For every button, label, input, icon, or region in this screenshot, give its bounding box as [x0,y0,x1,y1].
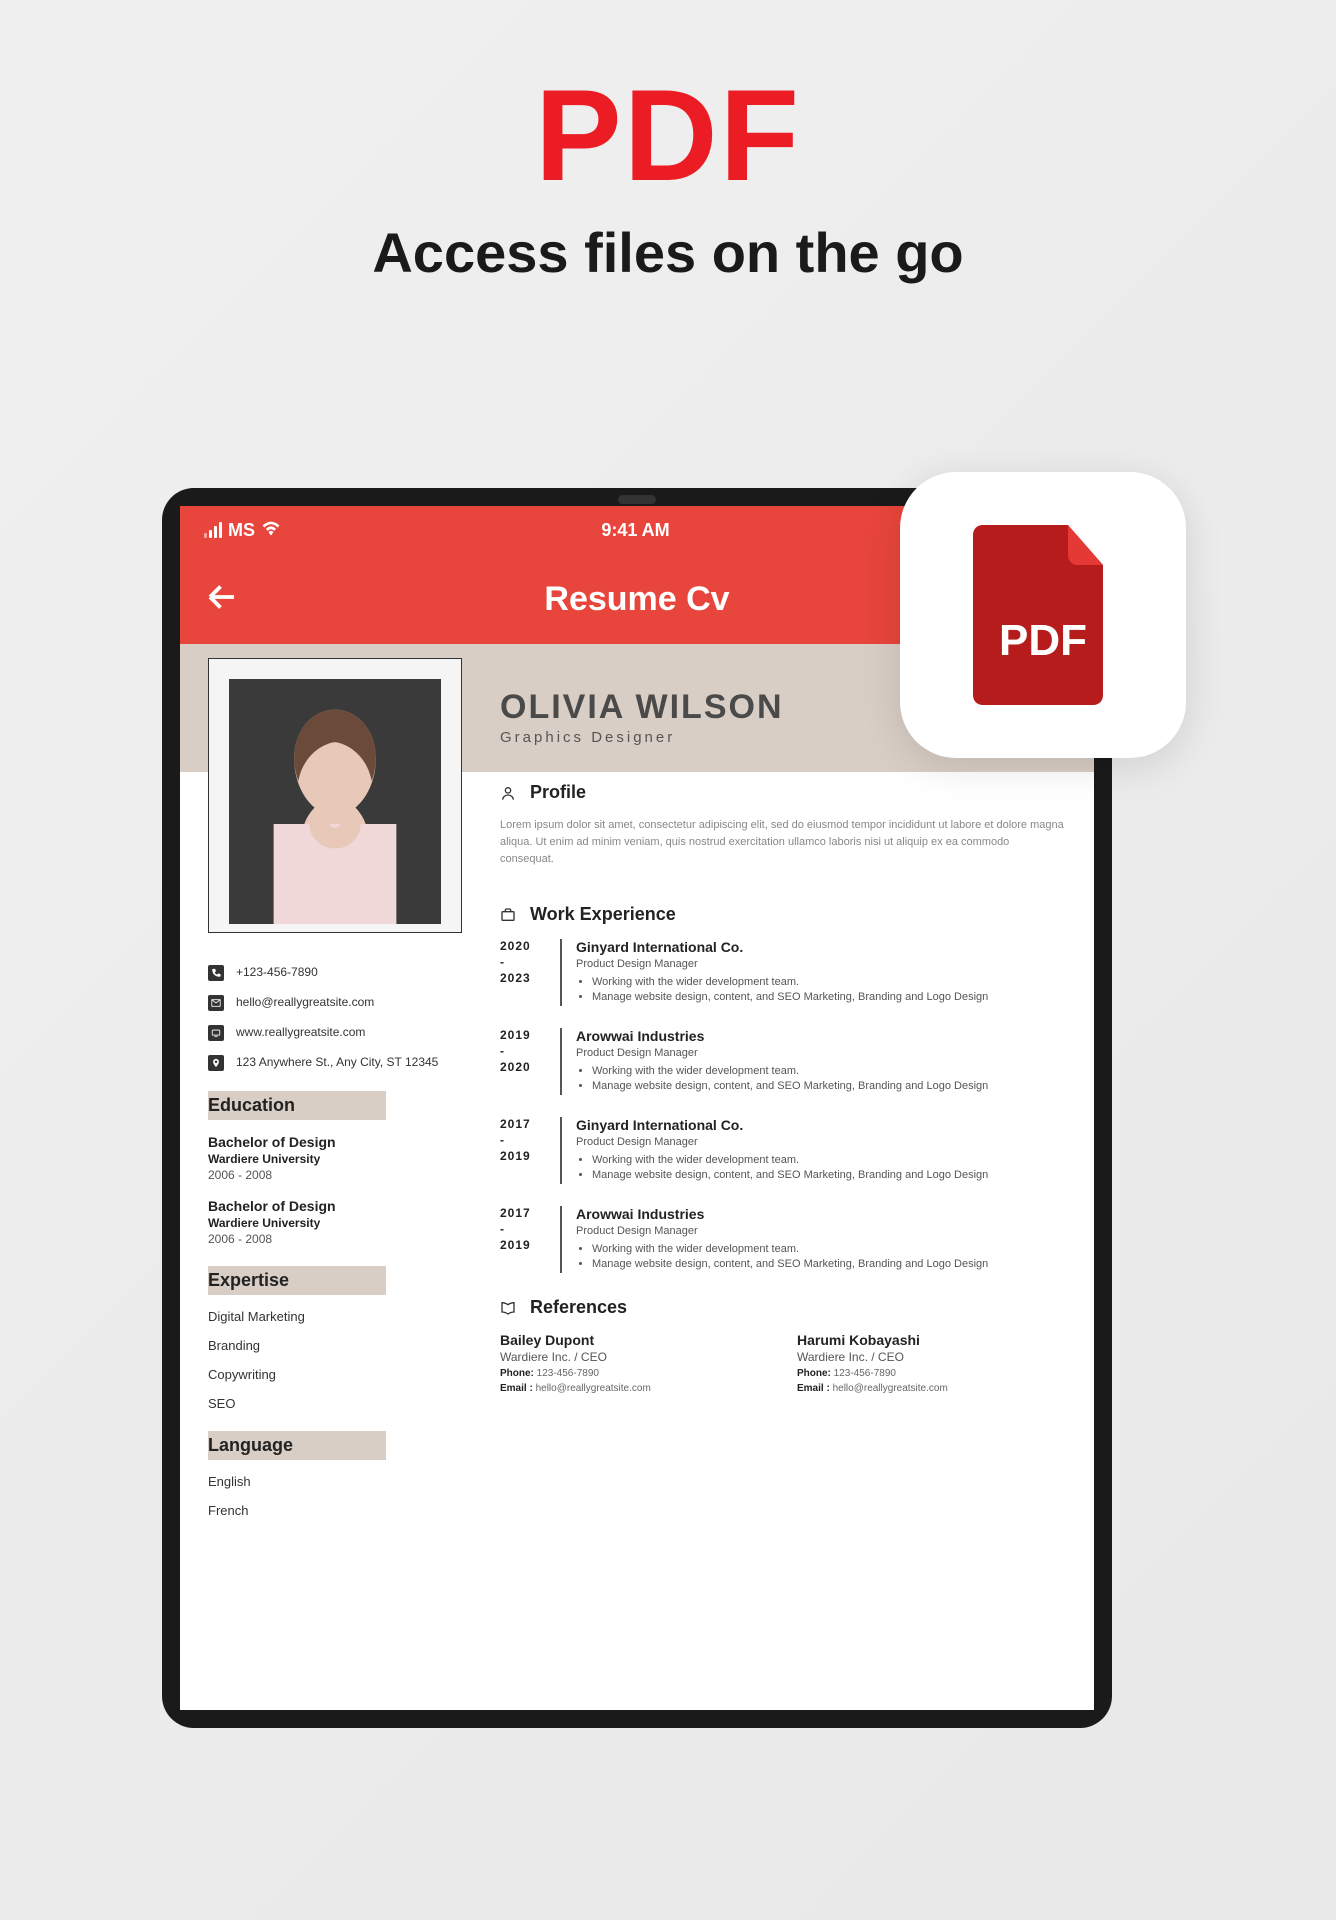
experience-role: Product Design Manager [576,1225,1064,1237]
contact-email: hello@reallygreatsite.com [208,995,462,1011]
reference-title: Wardiere Inc. / CEO [500,1350,767,1364]
language-item: French [208,1503,462,1518]
language-item: English [208,1474,462,1489]
list-item: Manage website design, content, and SEO … [592,991,1064,1003]
experience-company: Ginyard International Co. [576,939,1064,955]
expertise-item: SEO [208,1396,462,1411]
expertise-item: Copywriting [208,1367,462,1382]
education-years: 2006 - 2008 [208,1232,462,1246]
experience-years: 2020-2023 [500,939,542,1006]
education-university: Wardiere University [208,1216,462,1230]
resume-left-column: +123-456-7890 hello@reallygreatsite.com [180,644,490,1710]
list-item: Working with the wider development team. [592,976,1064,988]
promo-pdf-heading: PDF [0,70,1336,200]
education-years: 2006 - 2008 [208,1168,462,1182]
status-time: 9:41 AM [601,520,669,541]
contact-website-value: www.reallygreatsite.com [236,1025,365,1039]
contact-website: www.reallygreatsite.com [208,1025,462,1041]
experience-company: Ginyard International Co. [576,1117,1064,1133]
education-item: Bachelor of Design Wardiere University 2… [208,1198,462,1246]
contact-email-value: hello@reallygreatsite.com [236,995,374,1009]
email-icon [208,995,224,1011]
promo-header: PDF Access files on the go [0,0,1336,285]
language-heading: Language [208,1431,462,1460]
tablet-camera-icon [618,495,656,504]
list-item: Working with the wider development team. [592,1243,1064,1255]
pdf-file-icon: PDF [973,525,1113,705]
pdf-badge: PDF [900,472,1186,758]
back-button[interactable] [204,579,240,620]
carrier-label: MS [228,520,255,541]
list-item: Working with the wider development team. [592,1154,1064,1166]
profile-section: Profile Lorem ipsum dolor sit amet, cons… [500,782,1064,868]
contact-block: +123-456-7890 hello@reallygreatsite.com [208,965,462,1071]
experience-years: 2017-2019 [500,1117,542,1184]
list-item: Manage website design, content, and SEO … [592,1169,1064,1181]
experience-company: Arowwai Industries [576,1028,1064,1044]
experience-item: 2019-2020 Arowwai Industries Product Des… [500,1028,1064,1095]
experience-bullets: Working with the wider development team.… [576,1065,1064,1092]
reference-email: Email : hello@reallygreatsite.com [797,1383,1064,1394]
reference-phone: Phone: 123-456-7890 [500,1368,767,1379]
svg-text:PDF: PDF [999,616,1087,665]
reference-title: Wardiere Inc. / CEO [797,1350,1064,1364]
experience-bullets: Working with the wider development team.… [576,1243,1064,1270]
reference-name: Harumi Kobayashi [797,1332,1064,1348]
education-heading: Education [208,1091,462,1120]
photo-frame [208,658,462,933]
contact-address: 123 Anywhere St., Any City, ST 12345 [208,1055,462,1071]
experience-role: Product Design Manager [576,1136,1064,1148]
resume-document[interactable]: +123-456-7890 hello@reallygreatsite.com [180,644,1094,1710]
experience-item: 2020-2023 Ginyard International Co. Prod… [500,939,1064,1006]
experience-role: Product Design Manager [576,1047,1064,1059]
reference-item: Harumi Kobayashi Wardiere Inc. / CEO Pho… [797,1332,1064,1394]
reference-item: Bailey Dupont Wardiere Inc. / CEO Phone:… [500,1332,767,1394]
work-section: Work Experience 2020-2023 [500,904,1064,1273]
contact-address-value: 123 Anywhere St., Any City, ST 12345 [236,1055,438,1069]
website-icon [208,1025,224,1041]
contact-phone: +123-456-7890 [208,965,462,981]
briefcase-icon [500,907,516,923]
experience-company: Arowwai Industries [576,1206,1064,1222]
reference-phone: Phone: 123-456-7890 [797,1368,1064,1379]
app-title: Resume Cv [544,580,729,619]
profile-icon [500,785,516,801]
location-icon [208,1055,224,1071]
phone-icon [208,965,224,981]
education-university: Wardiere University [208,1152,462,1166]
list-item: Manage website design, content, and SEO … [592,1258,1064,1270]
list-item: Manage website design, content, and SEO … [592,1080,1064,1092]
reference-name: Bailey Dupont [500,1332,767,1348]
references-section: References Bailey Dupont Wardiere Inc. /… [500,1297,1064,1394]
avatar [229,679,441,924]
expertise-item: Branding [208,1338,462,1353]
contact-phone-value: +123-456-7890 [236,965,318,979]
reference-email: Email : hello@reallygreatsite.com [500,1383,767,1394]
resume-right-column: OLIVIA WILSON Graphics Designer Profile [490,644,1094,1710]
experience-years: 2017-2019 [500,1206,542,1273]
references-heading: References [530,1297,627,1318]
education-item: Bachelor of Design Wardiere University 2… [208,1134,462,1182]
experience-years: 2019-2020 [500,1028,542,1095]
experience-bullets: Working with the wider development team.… [576,1154,1064,1181]
status-left: MS [204,520,281,541]
promo-subtitle: Access files on the go [0,220,1336,285]
work-heading: Work Experience [530,904,676,925]
expertise-item: Digital Marketing [208,1309,462,1324]
list-item: Working with the wider development team. [592,1065,1064,1077]
expertise-heading: Expertise [208,1266,462,1295]
wifi-icon [261,520,281,541]
profile-heading: Profile [530,782,586,803]
experience-item: 2017-2019 Arowwai Industries Product Des… [500,1206,1064,1273]
education-degree: Bachelor of Design [208,1198,462,1214]
experience-role: Product Design Manager [576,958,1064,970]
experience-item: 2017-2019 Ginyard International Co. Prod… [500,1117,1064,1184]
profile-text: Lorem ipsum dolor sit amet, consectetur … [500,817,1064,868]
signal-icon [204,522,222,538]
book-icon [500,1300,516,1316]
experience-bullets: Working with the wider development team.… [576,976,1064,1003]
education-degree: Bachelor of Design [208,1134,462,1150]
